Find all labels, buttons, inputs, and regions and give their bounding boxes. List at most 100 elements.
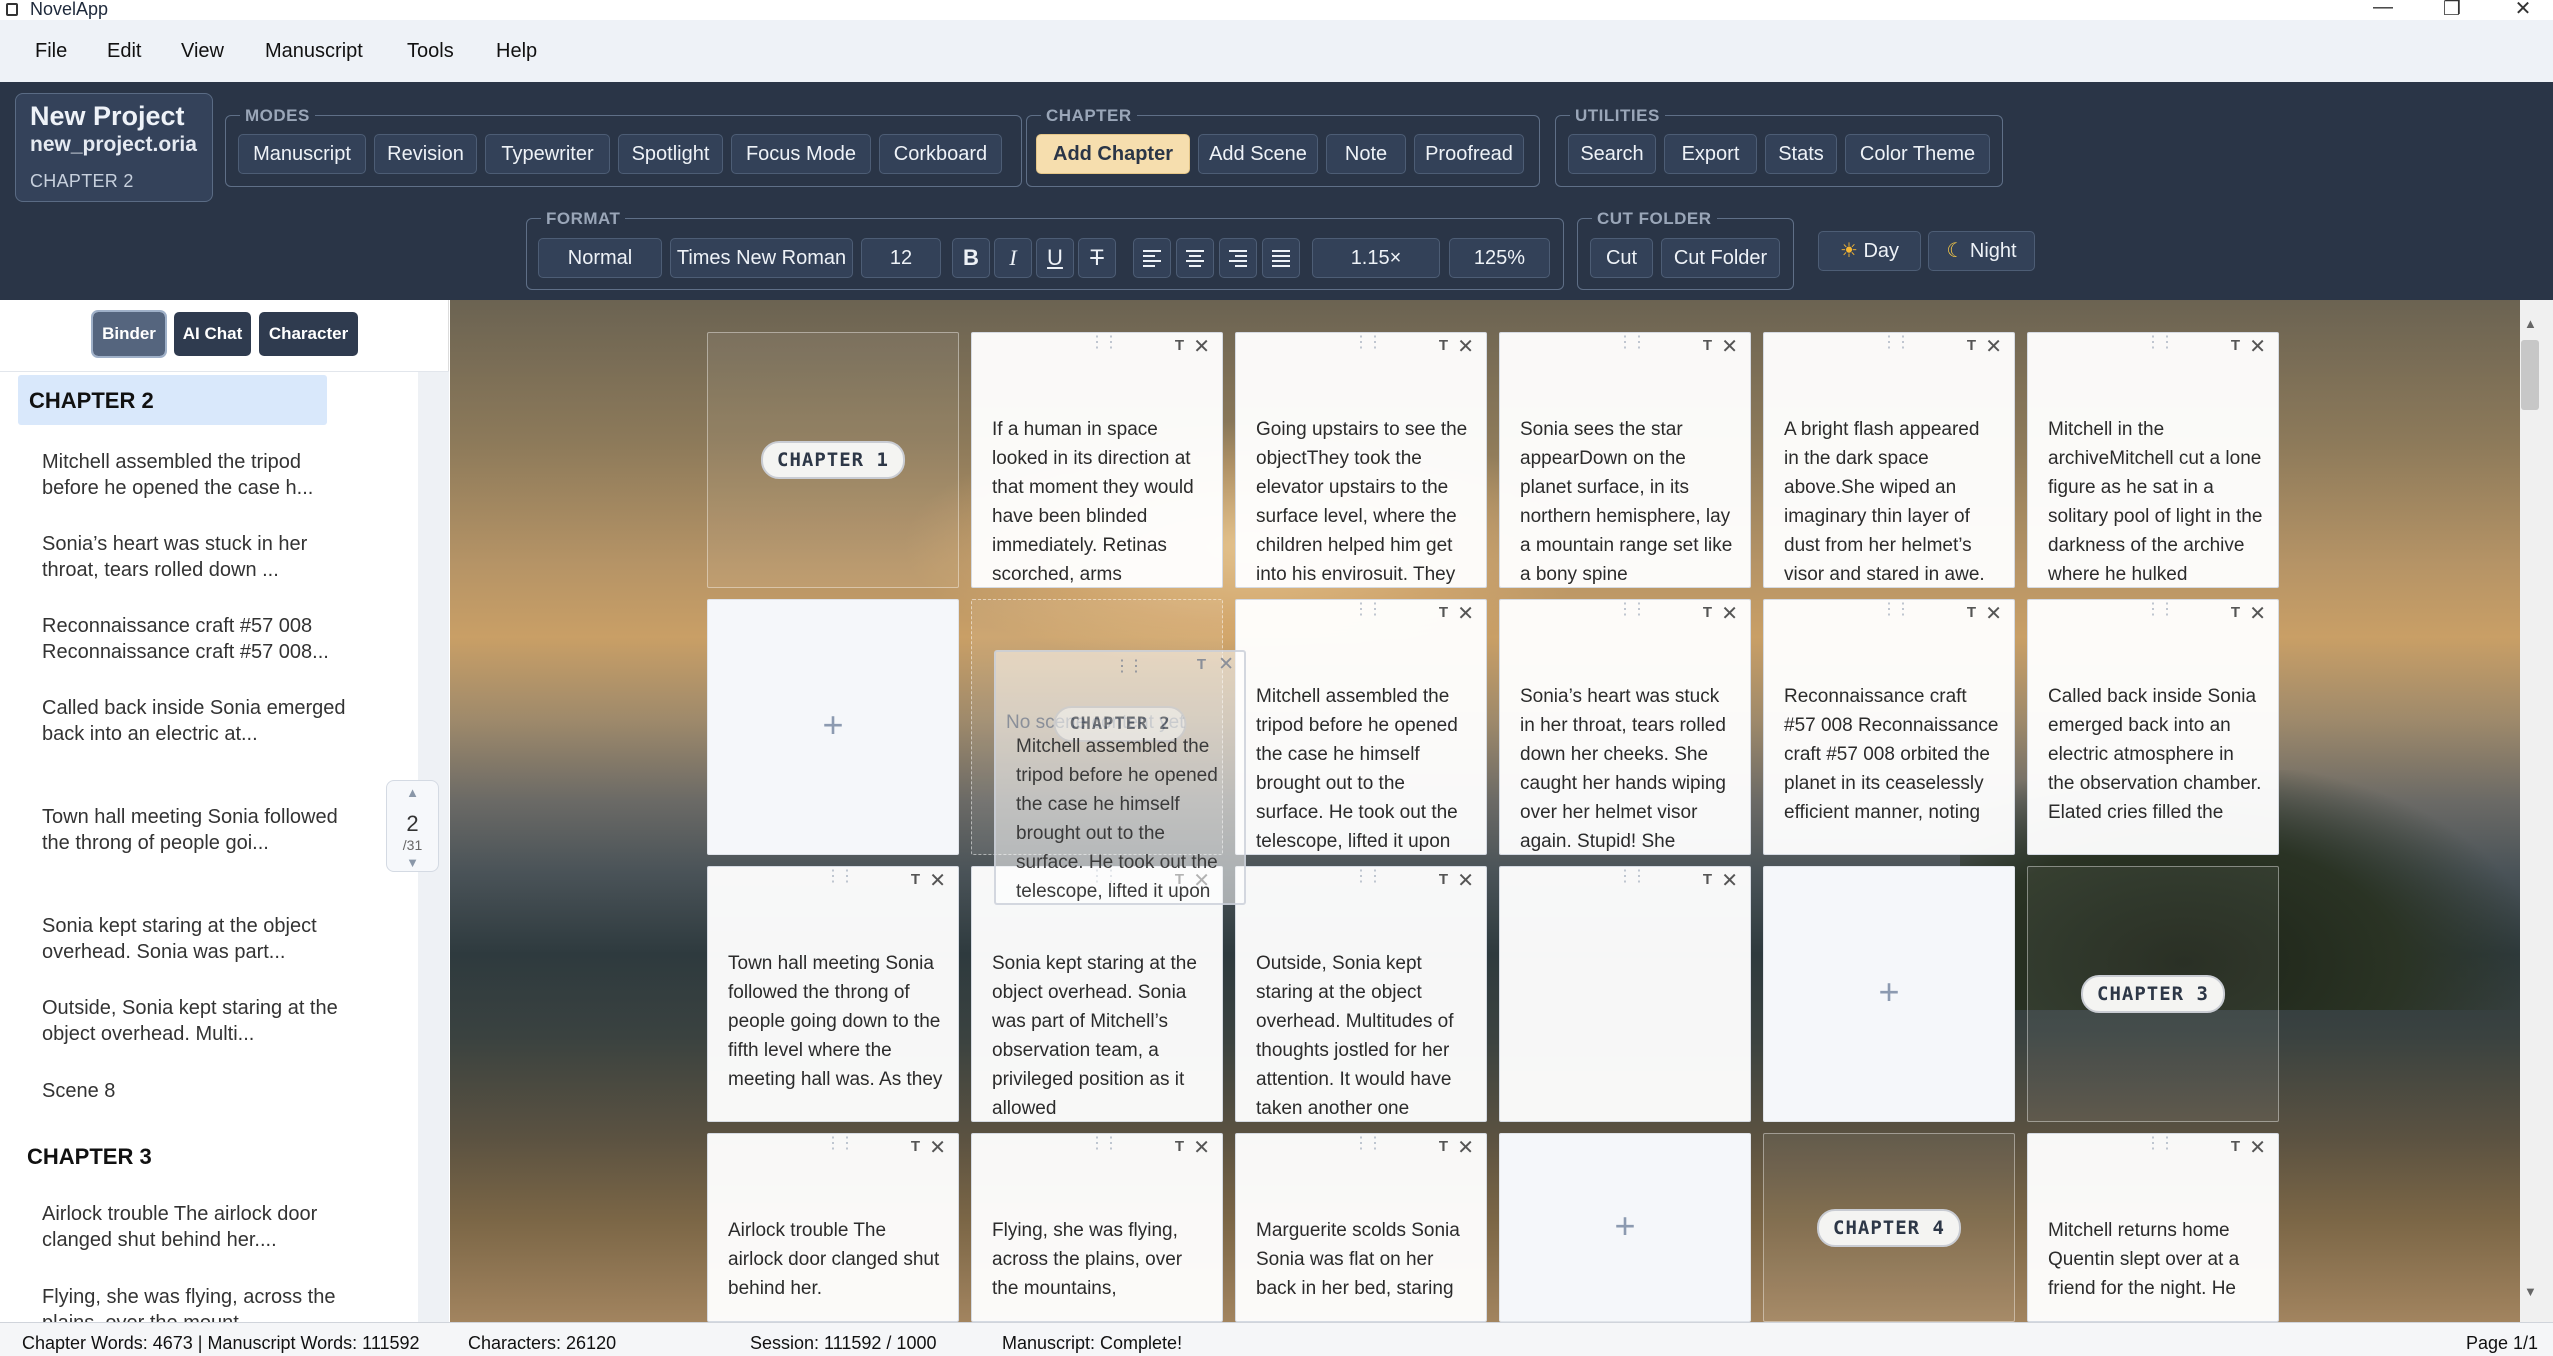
underline-button[interactable]: U	[1036, 238, 1074, 278]
tab-character[interactable]: Character	[259, 312, 358, 356]
close-icon[interactable]: ✕	[1985, 334, 2002, 359]
cut-folder-button[interactable]: Cut Folder	[1661, 238, 1780, 278]
binder-scene[interactable]: Sonia’s heart was stuck in her throat, t…	[42, 531, 362, 583]
binder-scene[interactable]: Flying, she was flying, across the plain…	[42, 1284, 362, 1322]
menu-manuscript[interactable]: Manuscript	[265, 40, 363, 63]
drag-handle-icon[interactable]: ⋮⋮	[2145, 602, 2175, 618]
maximize-button[interactable]: ❐	[2437, 0, 2467, 21]
stats-button[interactable]: Stats	[1765, 134, 1837, 174]
mode-typewriter-button[interactable]: Typewriter	[485, 134, 610, 174]
scroll-down-icon[interactable]: ▼	[2524, 1284, 2537, 1299]
paragraph-style-select[interactable]: Normal	[538, 238, 662, 278]
scene-card[interactable]: ⋮⋮ T ✕ A bright flash appeared in the dark …	[1763, 332, 2015, 588]
add-scene-card[interactable]: +	[707, 599, 959, 855]
text-format-icon[interactable]: T	[1439, 871, 1448, 888]
scene-card[interactable]: ⋮⋮ T ✕ Town hall meeting Sonia followed the…	[707, 866, 959, 1122]
drag-handle-icon[interactable]: ⋮⋮	[2145, 335, 2175, 351]
text-format-icon[interactable]: T	[1967, 604, 1976, 621]
close-icon[interactable]: ✕	[929, 868, 946, 893]
day-theme-button[interactable]: ☀ Day	[1818, 231, 1921, 271]
close-icon[interactable]: ✕	[1193, 1135, 1210, 1160]
drag-handle-icon[interactable]: ⋮⋮	[1617, 869, 1647, 885]
close-icon[interactable]: ✕	[1193, 334, 1210, 359]
drag-handle-icon[interactable]: ⋮⋮	[1353, 602, 1383, 618]
line-spacing-select[interactable]: 1.15×	[1312, 238, 1440, 278]
menu-help[interactable]: Help	[496, 40, 537, 63]
drag-handle-icon[interactable]: ⋮⋮	[1353, 1136, 1383, 1152]
strikethrough-button[interactable]: T	[1078, 238, 1116, 278]
drag-handle-icon[interactable]: ⋮⋮	[825, 869, 855, 885]
tab-ai-chat[interactable]: AI Chat	[174, 312, 251, 356]
align-right-icon[interactable]	[1219, 238, 1257, 278]
mode-spotlight-button[interactable]: Spotlight	[618, 134, 723, 174]
text-format-icon[interactable]: T	[1967, 337, 1976, 354]
drag-handle-icon[interactable]: ⋮⋮	[1353, 335, 1383, 351]
text-format-icon[interactable]: T	[911, 871, 920, 888]
chapter-card[interactable]: CHAPTER 3	[2027, 866, 2279, 1122]
scene-card[interactable]: ⋮⋮ T ✕ Reconnaissance craft #57 008 Reconna…	[1763, 599, 2015, 855]
drag-handle-icon[interactable]: ⋮⋮	[1353, 869, 1383, 885]
chapter-card[interactable]: CHAPTER 1	[707, 332, 959, 588]
binder-scene[interactable]: Mitchell assembled the tripod before he …	[42, 449, 362, 501]
scene-card[interactable]: ⋮⋮ T ✕ If a human in space looked in its di…	[971, 332, 1223, 588]
menu-tools[interactable]: Tools	[407, 40, 454, 63]
cut-button[interactable]: Cut	[1590, 238, 1653, 278]
close-icon[interactable]: ✕	[1721, 334, 1738, 359]
add-scene-card[interactable]: +	[1763, 866, 2015, 1122]
font-family-select[interactable]: Times New Roman	[670, 238, 853, 278]
scene-card[interactable]: ⋮⋮ T ✕ Airlock trouble The airlock door cla…	[707, 1133, 959, 1322]
mode-focus-button[interactable]: Focus Mode	[731, 134, 871, 174]
scroll-thumb[interactable]	[2521, 340, 2539, 410]
drag-handle-icon[interactable]: ⋮⋮	[1089, 1136, 1119, 1152]
text-format-icon[interactable]: T	[1703, 871, 1712, 888]
close-icon[interactable]: ✕	[1721, 601, 1738, 626]
close-icon[interactable]: ✕	[1985, 601, 2002, 626]
binder-scene[interactable]: Called back inside Sonia emerged back in…	[42, 695, 362, 747]
text-format-icon[interactable]: T	[2231, 604, 2240, 621]
scene-card[interactable]: ⋮⋮ T ✕ Mitchell in the archiveMitchell cut …	[2027, 332, 2279, 588]
drag-handle-icon[interactable]: ⋮⋮	[1617, 602, 1647, 618]
night-theme-button[interactable]: ☾ Night	[1928, 231, 2035, 271]
menu-edit[interactable]: Edit	[107, 40, 141, 63]
drag-handle-icon[interactable]: ⋮⋮	[825, 1136, 855, 1152]
add-chapter-button[interactable]: Add Chapter	[1036, 134, 1190, 174]
font-size-input[interactable]: 12	[861, 238, 941, 278]
text-format-icon[interactable]: T	[1703, 337, 1712, 354]
text-format-icon[interactable]: T	[2231, 337, 2240, 354]
text-format-icon[interactable]: T	[1175, 337, 1184, 354]
close-window-button[interactable]: ✕	[2508, 0, 2538, 21]
drag-handle-icon[interactable]: ⋮⋮	[1617, 335, 1647, 351]
binder-scene[interactable]: Sonia kept staring at the object overhea…	[42, 913, 362, 965]
align-justify-icon[interactable]	[1262, 238, 1300, 278]
minimize-button[interactable]: —	[2368, 0, 2398, 19]
binder-scene[interactable]: Reconnaissance craft #57 008 Reconnaissa…	[42, 613, 362, 665]
close-icon[interactable]: ✕	[1457, 334, 1474, 359]
scene-card[interactable]: ⋮⋮ T ✕ Sonia’s heart was stuck in her throa…	[1499, 599, 1751, 855]
drag-handle-icon[interactable]: ⋮⋮	[1881, 602, 1911, 618]
align-left-icon[interactable]	[1133, 238, 1171, 278]
corkboard[interactable]: CHAPTER 1 ⋮⋮ T ✕ If a human in space looked …	[450, 300, 2520, 1322]
drag-handle-icon[interactable]: ⋮⋮	[2145, 1136, 2175, 1152]
drag-handle-icon[interactable]: ⋮⋮	[1089, 335, 1119, 351]
page-up-icon[interactable]: ▲	[387, 785, 438, 800]
binder-scene[interactable]: Town hall meeting Sonia followed the thr…	[42, 804, 362, 856]
tab-binder[interactable]: Binder	[91, 310, 167, 358]
page-indicator[interactable]: ▲ 2 /31 ▼	[386, 780, 439, 872]
binder-scene[interactable]: Outside, Sonia kept staring at the objec…	[42, 995, 362, 1047]
zoom-select[interactable]: 125%	[1449, 238, 1550, 278]
close-icon[interactable]: ✕	[1457, 1135, 1474, 1160]
menu-file[interactable]: File	[35, 40, 67, 63]
proofread-button[interactable]: Proofread	[1414, 134, 1524, 174]
binder-chapter-2[interactable]: CHAPTER 2	[29, 388, 154, 414]
scene-card[interactable]: ⋮⋮ T ✕ Going upstairs to see the objectThey…	[1235, 332, 1487, 588]
text-format-icon[interactable]: T	[2231, 1138, 2240, 1155]
menu-view[interactable]: View	[181, 40, 224, 63]
close-icon[interactable]: ✕	[929, 1135, 946, 1160]
mode-manuscript-button[interactable]: Manuscript	[238, 134, 366, 174]
close-icon[interactable]: ✕	[1457, 601, 1474, 626]
bold-button[interactable]: B	[952, 238, 990, 278]
add-scene-button[interactable]: Add Scene	[1198, 134, 1318, 174]
text-format-icon[interactable]: T	[911, 1138, 920, 1155]
close-icon[interactable]: ✕	[1721, 868, 1738, 893]
align-center-icon[interactable]	[1176, 238, 1214, 278]
